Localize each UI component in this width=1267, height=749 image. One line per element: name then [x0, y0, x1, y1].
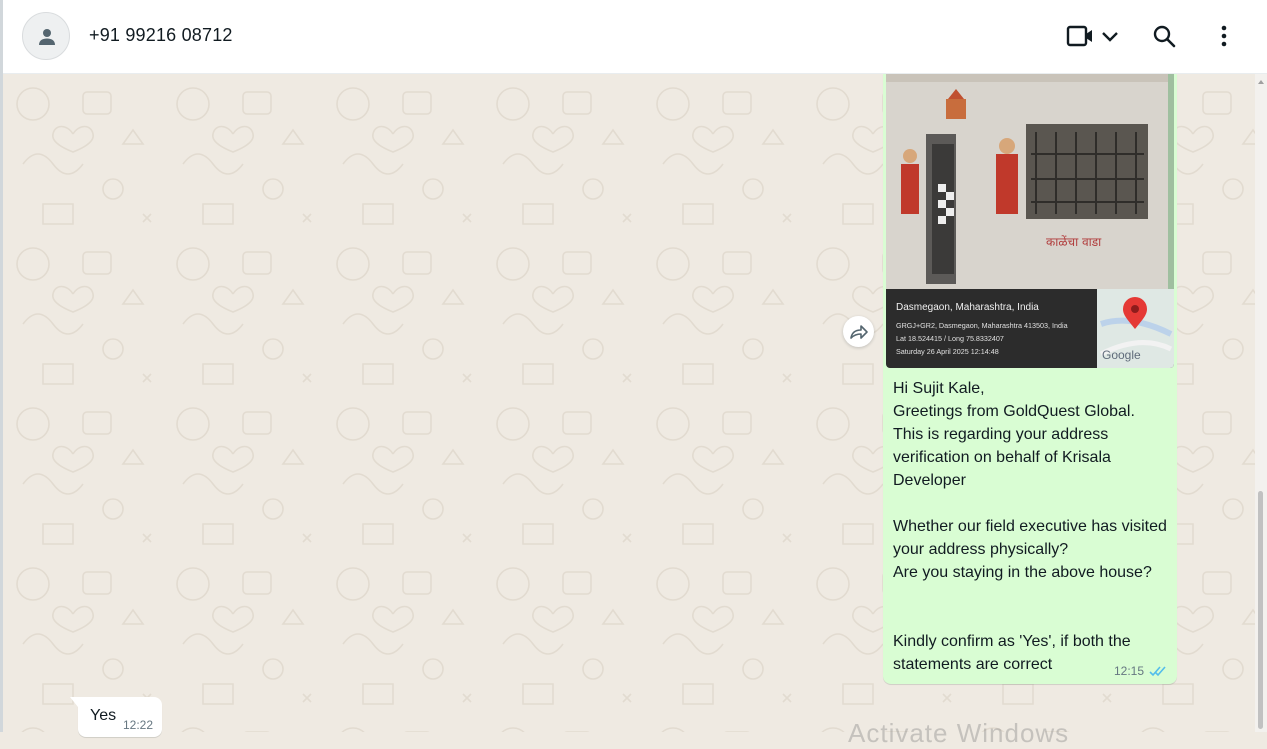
bubble-tail: [70, 697, 78, 707]
video-call-button[interactable]: [1063, 20, 1123, 52]
google-map-brand: Google: [1102, 348, 1141, 362]
scroll-thumb[interactable]: [1258, 491, 1263, 729]
location-place: Dasmegaon, Maharashtra, India: [896, 302, 1039, 313]
incoming-message-bubble[interactable]: Yes 12:22: [70, 697, 162, 737]
outgoing-message-bubble[interactable]: काळेंचा वाडा Google Dasmegaon, Maharasht…: [883, 74, 1177, 684]
marathi-sign-text: काळेंचा वाडा: [1046, 235, 1102, 249]
chat-scrollbar[interactable]: [1255, 74, 1267, 732]
message-meta: 12:15: [1114, 664, 1167, 678]
more-options-icon: [1221, 25, 1227, 47]
default-avatar-icon: [39, 29, 55, 45]
location-address: GRGJ+GR2, Dasmegaon, Maharashtra 413503,…: [896, 321, 1068, 330]
more-options-button[interactable]: [1209, 20, 1239, 52]
outgoing-message-text: Hi Sujit Kale, Greetings from GoldQuest …: [893, 380, 1167, 673]
incoming-message-text: Yes: [90, 707, 117, 724]
forward-icon: [849, 324, 868, 339]
geotagged-house-photo[interactable]: काळेंचा वाडा Google Dasmegaon, Maharasht…: [886, 74, 1174, 368]
contact-avatar[interactable]: [22, 12, 70, 60]
location-datetime: Saturday 26 April 2025 12:14:48: [896, 347, 999, 356]
location-coordinates: Lat 18.524415 / Long 75.8332407: [896, 334, 1004, 343]
activate-windows-watermark: Activate Windows: [848, 718, 1070, 748]
video-call-icon: [1066, 25, 1092, 47]
chat-header: +91 99216 08712: [3, 0, 1267, 74]
outgoing-message-time: 12:15: [1113, 664, 1144, 678]
contact-name[interactable]: +91 99216 08712: [89, 25, 233, 46]
search-icon: [1153, 25, 1176, 48]
scroll-up-arrow-icon[interactable]: [1258, 80, 1264, 84]
search-button[interactable]: [1149, 20, 1179, 52]
incoming-message-time: 12:22: [123, 718, 154, 732]
chevron-down-icon: [1102, 32, 1118, 42]
forward-button[interactable]: [843, 316, 874, 347]
double-check-read-icon: [1149, 666, 1166, 677]
